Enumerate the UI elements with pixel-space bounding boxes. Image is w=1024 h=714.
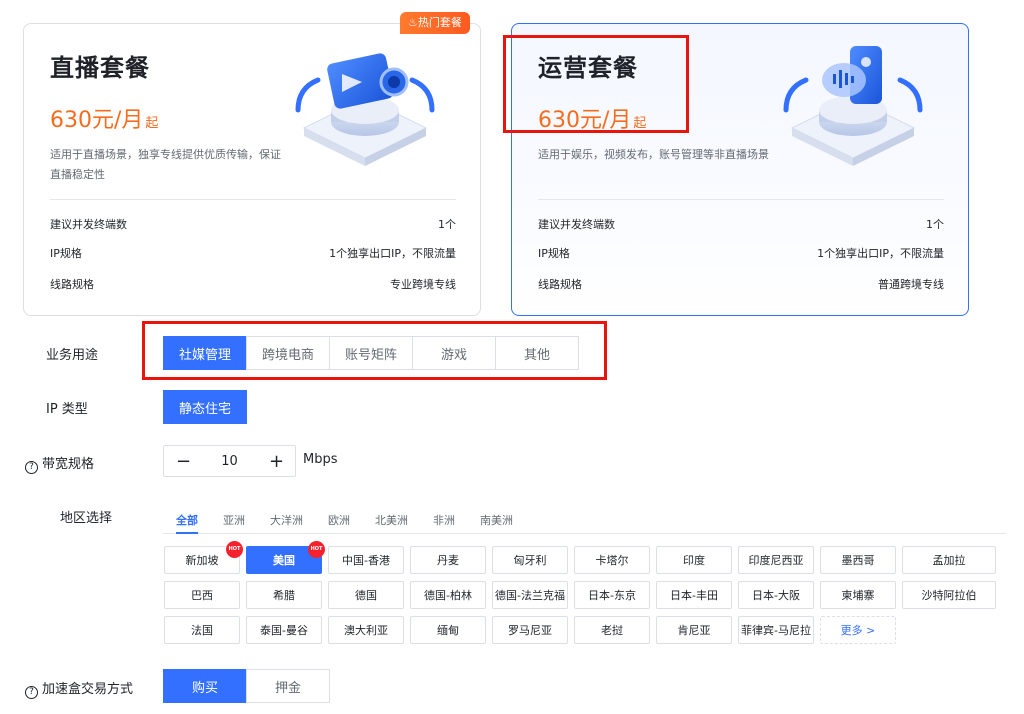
usage-option-social[interactable]: 社媒管理 <box>163 336 247 370</box>
region-chip[interactable]: 德国-柏林 <box>410 581 486 609</box>
region-chip[interactable]: 澳大利亚 <box>328 616 404 644</box>
region-chip[interactable]: 丹麦 <box>410 546 486 574</box>
region-chip[interactable]: 菲律宾-马尼拉 <box>738 616 814 644</box>
plan-price: 630元/月起 <box>538 108 647 133</box>
region-chip[interactable]: 罗马尼亚 <box>492 616 568 644</box>
camera-icon <box>295 53 435 166</box>
spec-row: IP规格 1个独享出口IP，不限流量 <box>538 247 944 260</box>
bandwidth-unit: Mbps <box>303 452 338 467</box>
usage-label: 业务用途 <box>46 348 99 363</box>
trade-option-deposit[interactable]: 押金 <box>246 669 330 703</box>
region-chip[interactable]: 卡塔尔 <box>574 546 650 574</box>
region-tab-oceania[interactable]: 大洋洲 <box>270 506 303 533</box>
region-chip[interactable]: 缅甸 <box>410 616 486 644</box>
region-chip[interactable]: 沙特阿拉伯 <box>902 581 996 609</box>
region-tab-all[interactable]: 全部 <box>176 506 198 534</box>
region-chip[interactable]: 匈牙利 <box>492 546 568 574</box>
trade-option-buy[interactable]: 购买 <box>163 669 247 703</box>
region-tab-africa[interactable]: 非洲 <box>433 506 455 533</box>
region-chip[interactable]: 印度 <box>656 546 732 574</box>
region-chip[interactable]: 日本-丰田 <box>656 581 732 609</box>
bandwidth-value[interactable]: 10 <box>221 454 238 469</box>
hot-package-badge: ♨热门套餐 <box>400 12 470 34</box>
decrement-button[interactable]: − <box>176 451 191 472</box>
region-chip[interactable]: 柬埔寨 <box>820 581 896 609</box>
plan-description: 适用于直播场景，独享专线提供优质传输，保证直播稳定性 <box>50 148 281 181</box>
region-chip[interactable]: 日本-东京 <box>574 581 650 609</box>
plan-card-live[interactable]: 直播套餐 630元/月起 适用于直播场景，独享专线提供优质传输，保证直播稳定性 … <box>23 23 481 316</box>
region-chip[interactable]: 日本-大阪 <box>738 581 814 609</box>
spec-row: 建议并发终端数 1个 <box>538 218 944 231</box>
region-tab-south-america[interactable]: 南美洲 <box>480 506 513 533</box>
usage-segmented-control: 社媒管理 跨境电商 账号矩阵 游戏 其他 <box>163 336 579 370</box>
trade-control: 购买 押金 <box>163 669 330 703</box>
region-chip[interactable]: 巴西 <box>164 581 240 609</box>
usage-option-game[interactable]: 游戏 <box>412 336 496 370</box>
region-label: 地区选择 <box>60 511 113 526</box>
region-chip[interactable]: 肯尼亚 <box>656 616 732 644</box>
region-chip[interactable]: 印度尼西亚 <box>738 546 814 574</box>
ip-type-option-static-residential[interactable]: 静态住宅 <box>163 390 247 424</box>
ip-type-label: IP 类型 <box>46 402 88 417</box>
plan-description: 适用于娱乐，视频发布，账号管理等非直播场景 <box>538 148 769 161</box>
divider <box>50 199 456 200</box>
help-icon[interactable]: ? <box>25 461 38 474</box>
region-tab-europe[interactable]: 欧洲 <box>328 506 350 533</box>
region-chip[interactable]: 中国-香港 <box>328 546 404 574</box>
region-chip[interactable]: 老挝 <box>574 616 650 644</box>
plan-title: 直播套餐 <box>50 54 150 82</box>
region-chip[interactable]: 新加坡 HOT <box>164 541 243 574</box>
divider <box>538 199 944 200</box>
more-regions-button[interactable]: 更多 > <box>820 616 896 644</box>
region-chip[interactable]: 泰国-曼谷 <box>246 616 322 644</box>
help-icon[interactable]: ? <box>25 686 38 699</box>
plan-price: 630元/月起 <box>50 108 159 133</box>
spec-row: 建议并发终端数 1个 <box>50 218 456 231</box>
region-chip[interactable]: 孟加拉 <box>902 546 996 574</box>
region-chip[interactable]: 德国 <box>328 581 404 609</box>
region-tabs: 全部 亚洲 大洋洲 欧洲 北美洲 非洲 南美洲 <box>163 506 1006 534</box>
usage-option-account-matrix[interactable]: 账号矩阵 <box>329 336 413 370</box>
region-tab-north-america[interactable]: 北美洲 <box>375 506 408 533</box>
usage-option-ecommerce[interactable]: 跨境电商 <box>246 336 330 370</box>
phone-chat-icon <box>783 46 923 166</box>
region-tab-asia[interactable]: 亚洲 <box>223 506 245 533</box>
trade-label: ? 加速盒交易方式 <box>25 678 133 699</box>
spec-row: IP规格 1个独享出口IP，不限流量 <box>50 247 456 260</box>
plan-title: 运营套餐 <box>538 54 638 82</box>
bandwidth-stepper: − 10 + <box>163 445 296 477</box>
region-chip[interactable]: 希腊 <box>246 581 322 609</box>
hot-badge: HOT <box>308 541 325 558</box>
spec-row: 线路规格 专业跨境专线 <box>50 278 456 291</box>
increment-button[interactable]: + <box>269 451 284 472</box>
plan-card-ops[interactable]: 运营套餐 630元/月起 适用于娱乐，视频发布，账号管理等非直播场景 建议并发终… <box>511 23 969 316</box>
region-chip[interactable]: 美国 HOT <box>246 541 325 574</box>
hot-badge: HOT <box>226 541 243 558</box>
usage-option-other[interactable]: 其他 <box>495 336 579 370</box>
ip-type-control: 静态住宅 <box>163 390 247 424</box>
region-chip[interactable]: 德国-法兰克福 <box>492 581 568 609</box>
spec-row: 线路规格 普通跨境专线 <box>538 278 944 291</box>
region-chip[interactable]: 墨西哥 <box>820 546 896 574</box>
region-chip[interactable]: 法国 <box>164 616 240 644</box>
bandwidth-label: ? 带宽规格 <box>25 453 94 474</box>
